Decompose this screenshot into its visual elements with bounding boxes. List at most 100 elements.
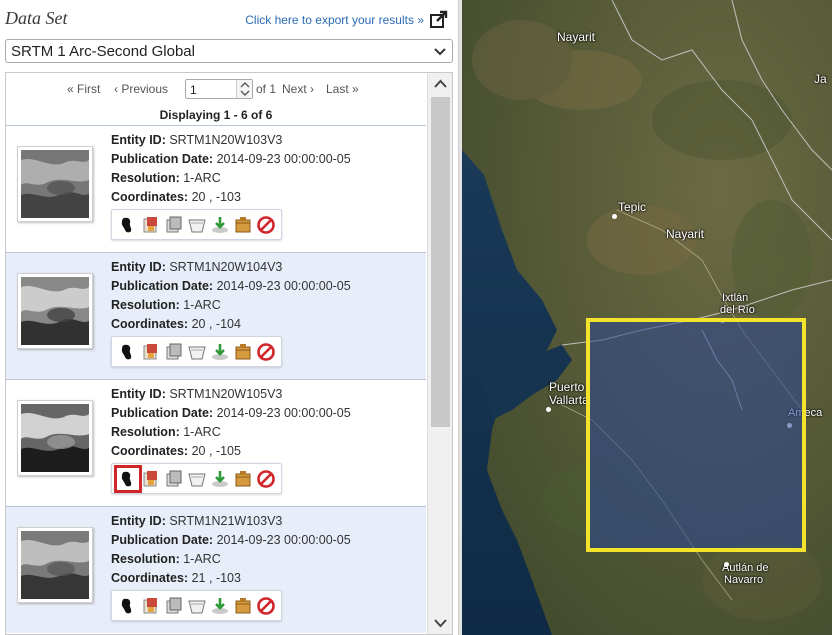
- resolution-label: Resolution:: [111, 425, 180, 439]
- map-label-nayarit-region: Nayarit: [666, 227, 705, 241]
- download-icon[interactable]: [210, 342, 230, 362]
- left-panel: Data Set Click here to export your resul…: [0, 0, 458, 635]
- overlay-icon[interactable]: [141, 342, 161, 362]
- compare-icon[interactable]: [164, 596, 184, 616]
- exclude-icon[interactable]: [187, 596, 207, 616]
- resolution-label: Resolution:: [111, 552, 180, 566]
- publication-date-value: 2014-09-23 00:00:00-05: [216, 406, 351, 420]
- map-label-nayarit: Nayarit: [557, 30, 596, 44]
- external-link-icon[interactable]: [430, 10, 448, 28]
- chevron-down-icon: [434, 46, 446, 56]
- map-label-del-rio: del Río: [720, 304, 755, 316]
- coordinates-value: 20 , -103: [191, 190, 241, 204]
- scene-metadata: Entity ID: SRTM1N21W103V3 Publication Dat…: [111, 514, 351, 590]
- entity-id-label: Entity ID:: [111, 514, 166, 528]
- download-icon[interactable]: [210, 596, 230, 616]
- first-page-link[interactable]: « First: [67, 82, 100, 96]
- map-view[interactable]: Nayarit Tepic Nayarit Ixtlán del Río Pue…: [462, 0, 832, 635]
- page-stepper[interactable]: [236, 80, 252, 98]
- entity-id-label: Entity ID:: [111, 387, 166, 401]
- map-label-vallarta: Vallarta: [549, 393, 589, 407]
- dataset-selected-value: SRTM 1 Arc-Second Global: [11, 43, 195, 60]
- city-marker-autlan: [724, 562, 729, 567]
- entity-id-value: SRTM1N20W105V3: [169, 387, 283, 401]
- list-item[interactable]: Entity ID: SRTM1N21W103V3 Publication Dat…: [6, 506, 426, 633]
- scene-thumbnail[interactable]: [17, 146, 93, 222]
- overlay-icon[interactable]: [141, 596, 161, 616]
- scene-action-toolbar: [111, 209, 282, 240]
- dataset-select[interactable]: SRTM 1 Arc-Second Global: [5, 39, 453, 63]
- remove-icon[interactable]: [256, 596, 276, 616]
- remove-icon[interactable]: [256, 342, 276, 362]
- footprint-icon[interactable]: [118, 596, 138, 616]
- scrollbar-thumb[interactable]: [431, 97, 450, 427]
- coordinates-label: Coordinates:: [111, 190, 189, 204]
- entity-id-value: SRTM1N20W103V3: [169, 133, 283, 147]
- publication-date-value: 2014-09-23 00:00:00-05: [216, 533, 351, 547]
- publication-date-label: Publication Date:: [111, 533, 214, 547]
- footprint-icon[interactable]: [114, 465, 142, 493]
- list-item[interactable]: Entity ID: SRTM1N20W103V3 Publication Dat…: [6, 125, 426, 252]
- map-label-tepic: Tepic: [618, 200, 647, 214]
- last-page-link[interactable]: Last »: [326, 82, 359, 96]
- exclude-icon[interactable]: [187, 215, 207, 235]
- city-marker-tepic: [612, 214, 617, 219]
- entity-id-value: SRTM1N20W104V3: [169, 260, 283, 274]
- footprint-icon[interactable]: [118, 342, 138, 362]
- entity-id-label: Entity ID:: [111, 133, 166, 147]
- results-list-container: « First ‹ Previous 1 of 1 Next › Last » …: [5, 72, 453, 635]
- order-icon[interactable]: [233, 342, 253, 362]
- order-icon[interactable]: [233, 596, 253, 616]
- coordinates-value: 21 , -103: [191, 571, 241, 585]
- next-page-link[interactable]: Next ›: [282, 82, 314, 96]
- dataset-title: Data Set: [5, 8, 68, 28]
- scene-metadata: Entity ID: SRTM1N20W104V3 Publication Dat…: [111, 260, 351, 336]
- scene-action-toolbar: [111, 590, 282, 621]
- remove-icon[interactable]: [256, 215, 276, 235]
- scene-thumbnail[interactable]: [17, 527, 93, 603]
- scene-footprint-overlay[interactable]: [586, 318, 806, 552]
- pagination: « First ‹ Previous 1 of 1 Next › Last » …: [6, 73, 426, 125]
- header: Data Set Click here to export your resul…: [0, 0, 458, 38]
- compare-icon[interactable]: [164, 469, 184, 489]
- coordinates-value: 20 , -105: [191, 444, 241, 458]
- page-number-input[interactable]: 1: [185, 79, 253, 99]
- previous-page-link[interactable]: ‹ Previous: [114, 82, 168, 96]
- download-icon[interactable]: [210, 469, 230, 489]
- map-label-ixtlan: Ixtlán: [722, 292, 749, 304]
- order-icon[interactable]: [233, 469, 253, 489]
- exclude-icon[interactable]: [187, 342, 207, 362]
- publication-date-label: Publication Date:: [111, 279, 214, 293]
- scene-thumbnail[interactable]: [17, 400, 93, 476]
- publication-date-value: 2014-09-23 00:00:00-05: [216, 279, 351, 293]
- compare-icon[interactable]: [164, 215, 184, 235]
- scroll-down-button[interactable]: [428, 612, 452, 634]
- publication-date-label: Publication Date:: [111, 152, 214, 166]
- remove-icon[interactable]: [256, 469, 276, 489]
- export-results-link[interactable]: Click here to export your results »: [245, 13, 424, 27]
- entity-id-value: SRTM1N21W103V3: [169, 514, 283, 528]
- download-icon[interactable]: [210, 215, 230, 235]
- list-item[interactable]: Entity ID: SRTM1N20W104V3 Publication Dat…: [6, 252, 426, 379]
- results-scrollbar[interactable]: [427, 73, 452, 634]
- overlay-icon[interactable]: [141, 469, 161, 489]
- coordinates-value: 20 , -104: [191, 317, 241, 331]
- scene-metadata: Entity ID: SRTM1N20W103V3 Publication Dat…: [111, 133, 351, 209]
- footprint-icon[interactable]: [118, 215, 138, 235]
- overlay-icon[interactable]: [141, 215, 161, 235]
- scene-metadata: Entity ID: SRTM1N20W105V3 Publication Dat…: [111, 387, 351, 463]
- resolution-value: 1-ARC: [183, 298, 221, 312]
- page-number-value: 1: [190, 83, 197, 97]
- scene-thumbnail[interactable]: [17, 273, 93, 349]
- order-icon[interactable]: [233, 215, 253, 235]
- resolution-value: 1-ARC: [183, 552, 221, 566]
- exclude-icon[interactable]: [187, 469, 207, 489]
- compare-icon[interactable]: [164, 342, 184, 362]
- list-item[interactable]: Entity ID: SRTM1N20W105V3 Publication Dat…: [6, 379, 426, 506]
- resolution-value: 1-ARC: [183, 425, 221, 439]
- scroll-up-button[interactable]: [428, 73, 452, 95]
- resolution-value: 1-ARC: [183, 171, 221, 185]
- map-label-navarro: Navarro: [724, 574, 764, 586]
- map-label-edge: Ja: [814, 72, 827, 86]
- map-label-puerto: Puerto: [549, 380, 585, 394]
